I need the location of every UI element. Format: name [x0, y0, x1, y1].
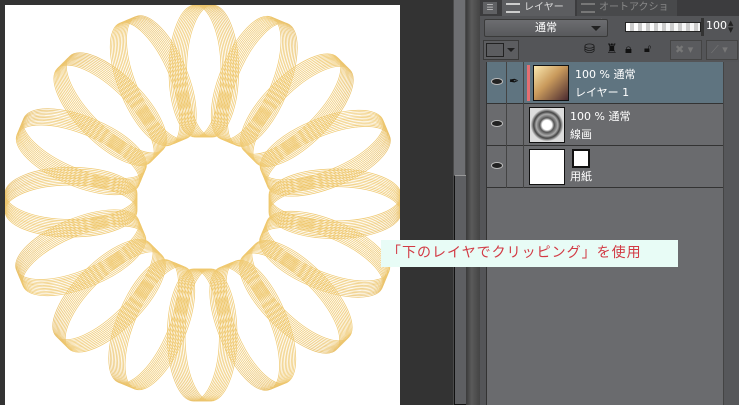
visibility-cell	[487, 62, 507, 104]
clip-to-layer-below-icon[interactable]: ⛁	[584, 42, 595, 58]
opacity-slider-handle[interactable]	[701, 18, 704, 36]
panel-divider[interactable]	[466, 0, 480, 405]
blend-mode-select[interactable]: 通常	[484, 19, 608, 37]
flower-petal	[52, 239, 166, 353]
flower-petal	[268, 168, 400, 239]
lock-transparent-icon[interactable]: 🔓︎	[644, 42, 651, 58]
opacity-value[interactable]: 100	[706, 19, 727, 32]
layer-list-scrollbar[interactable]	[723, 62, 739, 405]
layer-name: レイヤー 1	[575, 86, 630, 99]
edit-cell	[507, 146, 524, 188]
layer-row-paper[interactable]: 用紙	[487, 146, 724, 188]
visibility-cell	[487, 146, 507, 188]
layer-row-lineart[interactable]: 100 % 通常 線画	[487, 104, 724, 146]
canvas-area[interactable]	[0, 0, 453, 405]
layer-thumbnail	[529, 149, 565, 185]
paper-layer-icon	[572, 149, 590, 168]
visibility-cell	[487, 104, 507, 146]
tab-auto-action[interactable]: オートアクション	[577, 0, 677, 29]
canvas-vertical-scrollbar[interactable]	[453, 0, 490, 405]
clipping-indicator	[527, 65, 530, 101]
lock-icon[interactable]: 🔒︎	[625, 42, 632, 58]
panel-tab-bar: ☰ レイヤー オートアクション	[480, 0, 739, 29]
panel-menu-icon[interactable]: ☰	[483, 2, 497, 14]
layer-name: 用紙	[570, 170, 592, 183]
pen-icon: ✒	[509, 74, 520, 88]
layer-color-button[interactable]	[483, 40, 519, 60]
reference-layer-icon[interactable]: ♜	[606, 42, 618, 58]
flower-artwork	[5, 5, 400, 402]
ruler-dropdown-disabled: ⟋ ▾	[706, 40, 738, 60]
auto-action-icon	[581, 3, 595, 13]
flower-petal	[239, 240, 353, 354]
edit-cell	[507, 104, 524, 146]
layer-color-swatch	[486, 43, 504, 57]
opacity-spinner[interactable]: ▲ ▼	[728, 20, 737, 34]
flower-petal	[53, 52, 167, 166]
layer-name: 線画	[570, 128, 592, 141]
layer-list: ✒ 100 % 通常 レイヤー 1 100 % 通常 線画 用紙	[486, 62, 724, 405]
eye-icon[interactable]	[491, 162, 503, 169]
annotation-caption: 「下のレイヤでクリッピング」を使用	[381, 240, 678, 267]
layer-opacity-mode: 100 % 通常	[575, 68, 636, 81]
tab-label: レイヤー	[524, 2, 564, 13]
canvas-paper[interactable]	[5, 5, 400, 405]
layer-opacity-mode: 100 % 通常	[570, 110, 631, 123]
chevron-down-icon	[591, 26, 601, 31]
layer-thumbnail	[533, 65, 569, 101]
chevron-down-icon	[507, 48, 515, 52]
eye-icon[interactable]	[491, 120, 503, 127]
layers-icon	[506, 3, 520, 13]
layer-thumbnail	[529, 107, 565, 143]
tab-layer[interactable]: レイヤー	[502, 0, 575, 16]
mask-dropdown-disabled: ✖ ▾	[670, 40, 702, 60]
edit-cell: ✒	[507, 62, 524, 104]
layer-panel: ☰ レイヤー オートアクション 通常 100 ▲▼ ⛁ ♜ 🔒︎ 🔓︎ ✖ ▾ …	[480, 0, 739, 405]
eye-icon[interactable]	[491, 78, 503, 85]
flower-petal	[240, 53, 354, 167]
opacity-slider[interactable]	[625, 22, 701, 32]
layer-row-layer1[interactable]: ✒ 100 % 通常 レイヤー 1	[487, 62, 724, 104]
blend-mode-value: 通常	[535, 21, 557, 34]
